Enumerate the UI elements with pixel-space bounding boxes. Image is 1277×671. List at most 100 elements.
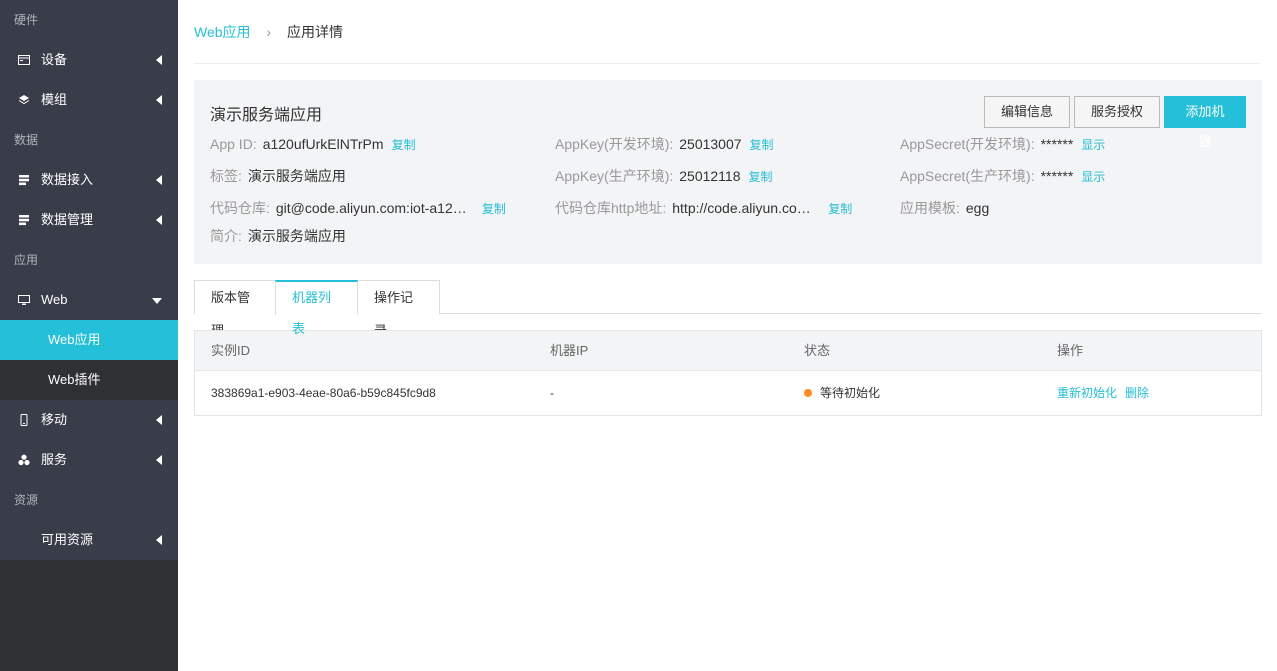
table-header: 实例ID 机器IP 状态 操作 <box>195 331 1261 371</box>
field-value: git@code.aliyun.com:iot-a120ufUrkElNTrPm… <box>275 200 472 216</box>
sidebar-item-mobile[interactable]: 移动 <box>0 400 178 440</box>
breadcrumb: Web应用 › 应用详情 <box>194 22 343 42</box>
field-value: 演示服务端应用 <box>247 168 346 184</box>
sidebar-item-label: 设备 <box>41 52 68 67</box>
delete-link[interactable]: 删除 <box>1125 386 1149 400</box>
reinitialize-link[interactable]: 重新初始化 <box>1057 386 1117 400</box>
edit-info-button[interactable]: 编辑信息 <box>984 96 1071 128</box>
app-info-panel: 演示服务端应用 编辑信息 服务授权 添加机器 App ID: a120ufUrkE… <box>194 80 1262 264</box>
breadcrumb-current: 应用详情 <box>287 24 343 40</box>
field-label: AppSecret(生产环境): <box>900 168 1035 184</box>
column-header-instance-id: 实例ID <box>211 343 251 358</box>
tab-version-manage[interactable]: 版本管理 <box>194 280 276 338</box>
service-auth-button[interactable]: 服务授权 <box>1074 96 1161 128</box>
sidebar-item-web[interactable]: Web <box>0 280 178 320</box>
sidebar-item-resources[interactable]: 可用资源 <box>0 520 178 560</box>
sidebar-group-hardware: 硬件 <box>14 13 39 27</box>
chevron-left-icon <box>156 215 162 225</box>
field-appkey-dev: AppKey(开发环境): 25013007 复制 <box>555 134 774 154</box>
field-label: App ID: <box>210 136 257 152</box>
tab-machine-list[interactable]: 机器列表 <box>275 280 358 336</box>
show-appsecret-dev-link[interactable]: 显示 <box>1081 138 1105 152</box>
mobile-icon <box>20 414 28 426</box>
field-label: AppKey(开发环境): <box>555 136 674 152</box>
column-header-machine-ip: 机器IP <box>550 343 589 358</box>
window-icon <box>18 55 30 65</box>
chevron-left-icon <box>156 55 162 65</box>
field-repo: 代码仓库: git@code.aliyun.com:iot-a120ufUrkEl… <box>210 198 506 218</box>
chevron-left-icon <box>156 535 162 545</box>
sidebar-filler <box>0 560 178 671</box>
sidebar-item-label: Web应用 <box>48 332 101 347</box>
field-appsecret-prod: AppSecret(生产环境): ****** 显示 <box>900 166 1105 186</box>
main-content: Web应用 › 应用详情 演示服务端应用 编辑信息 服务授权 添加机器 App … <box>178 0 1277 671</box>
field-label: AppKey(生产环境): <box>555 168 674 184</box>
database-icon <box>19 215 29 226</box>
field-value: 25012118 <box>679 168 741 184</box>
sidebar-item-service[interactable]: 服务 <box>0 440 178 480</box>
machine-table: 实例ID 机器IP 状态 操作 383869a1-e903-4eae-80a6-… <box>194 330 1262 416</box>
show-appsecret-prod-link[interactable]: 显示 <box>1081 170 1105 184</box>
cell-machine-ip: - <box>550 386 554 400</box>
sidebar-item-label: 移动 <box>41 412 68 427</box>
column-header-status: 状态 <box>804 343 831 358</box>
field-label: 代码仓库: <box>210 200 270 216</box>
add-machine-button[interactable]: 添加机器 <box>1164 96 1246 149</box>
layers-icon <box>18 95 30 105</box>
sidebar-item-data-manage[interactable]: 数据管理 <box>0 200 178 240</box>
field-label: AppSecret(开发环境): <box>900 136 1035 152</box>
cell-actions: 重新初始化 删除 <box>1057 371 1157 415</box>
sidebar-item-data-access[interactable]: 数据接入 <box>0 160 178 200</box>
sidebar-group-data: 数据 <box>14 133 39 147</box>
copy-repo-link[interactable]: 复制 <box>482 202 506 216</box>
field-value: ****** <box>1040 136 1074 152</box>
field-label: 代码仓库http地址: <box>555 200 667 216</box>
field-label: 简介: <box>210 228 242 244</box>
sidebar-item-label: 可用资源 <box>41 532 94 547</box>
chevron-right-icon: › <box>266 24 272 40</box>
sidebar-item-label: 数据接入 <box>41 172 94 187</box>
field-value: a120ufUrkElNTrPm <box>262 136 384 152</box>
breadcrumb-parent-link[interactable]: Web应用 <box>194 24 251 40</box>
field-value: 演示服务端应用 <box>247 228 346 244</box>
field-appkey-prod: AppKey(生产环境): 25012118 复制 <box>555 166 773 186</box>
chevron-left-icon <box>156 95 162 105</box>
tab-operation-log[interactable]: 操作记录 <box>357 280 440 338</box>
monitor-icon <box>18 295 30 305</box>
status-text: 等待初始化 <box>820 386 881 400</box>
sidebar-item-label: Web插件 <box>48 372 101 387</box>
sidebar-group-resource: 资源 <box>14 493 39 507</box>
field-label: 应用模板: <box>900 200 960 216</box>
field-appsecret-dev: AppSecret(开发环境): ****** 显示 <box>900 134 1105 154</box>
sidebar-item-web-plugin[interactable]: Web插件 <box>0 360 178 400</box>
chevron-left-icon <box>156 455 162 465</box>
copy-appkey-prod-link[interactable]: 复制 <box>749 170 773 184</box>
divider <box>194 63 1261 64</box>
chevron-down-icon <box>152 298 162 304</box>
field-intro: 简介: 演示服务端应用 <box>210 226 346 246</box>
sidebar-item-web-app[interactable]: Web应用 <box>0 320 178 360</box>
field-value: ****** <box>1040 168 1074 184</box>
cell-status: 等待初始化 <box>804 371 880 415</box>
field-repo-http: 代码仓库http地址: http://code.aliyun.com/iot-a1… <box>555 198 852 218</box>
field-template: 应用模板: egg <box>900 198 989 218</box>
sidebar: 硬件 设备 模组 数据 数据接入 数据管理 应用 Web Web应用 Web插件… <box>0 0 178 671</box>
copy-appkey-dev-link[interactable]: 复制 <box>750 138 774 152</box>
sidebar-item-label: 服务 <box>41 452 68 467</box>
copy-repo-http-link[interactable]: 复制 <box>828 202 852 216</box>
field-tags: 标签: 演示服务端应用 <box>210 166 346 186</box>
sidebar-item-label: Web <box>41 292 68 307</box>
chevron-left-icon <box>156 175 162 185</box>
chevron-left-icon <box>156 415 162 425</box>
database-icon <box>19 175 29 186</box>
sidebar-item-label: 数据管理 <box>41 212 94 227</box>
field-app-id: App ID: a120ufUrkElNTrPm 复制 <box>210 134 416 154</box>
copy-app-id-link[interactable]: 复制 <box>392 138 416 152</box>
sidebar-item-module[interactable]: 模组 <box>0 80 178 120</box>
column-header-actions: 操作 <box>1057 343 1084 358</box>
status-dot-icon <box>804 389 812 397</box>
field-value: 25013007 <box>679 136 742 152</box>
cell-instance-id: 383869a1-e903-4eae-80a6-b59c845fc9d8 <box>211 386 436 400</box>
field-label: 标签: <box>210 168 242 184</box>
sidebar-item-device[interactable]: 设备 <box>0 40 178 80</box>
